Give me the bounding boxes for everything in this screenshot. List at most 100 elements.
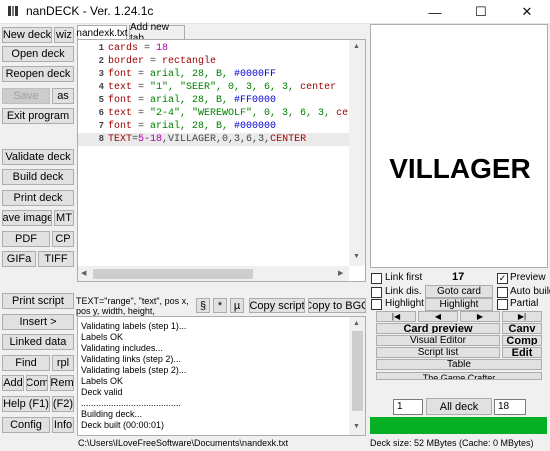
log-scroll-up-icon[interactable]: ▲ — [353, 320, 360, 327]
build-deck-button[interactable]: Build deck — [2, 169, 74, 185]
all-deck-button[interactable]: All deck — [426, 398, 492, 415]
code-line[interactable]: 6 text = "2-4", "WEREWOLF", 0, 3, 6, 3, c… — [78, 107, 365, 120]
goto-card-button[interactable]: Goto card — [425, 285, 493, 298]
table-button[interactable]: Table — [376, 359, 542, 370]
line-number: 1 — [98, 43, 104, 53]
comment-button[interactable]: Com — [26, 375, 48, 391]
print-deck-button[interactable]: Print deck — [2, 190, 74, 206]
save-as-button[interactable]: as — [52, 88, 74, 104]
copy-script-button[interactable]: Copy script — [249, 298, 305, 313]
partial-checkbox[interactable] — [497, 299, 508, 310]
log-vertical-scrollbar[interactable]: ▲ ▼ — [349, 317, 365, 435]
code-line[interactable]: 1 cards = 18 — [78, 42, 365, 55]
wizard-button[interactable]: wiz — [54, 27, 74, 43]
add-comment-button[interactable]: Add — [2, 375, 24, 391]
link-dis-checkbox[interactable] — [371, 287, 382, 298]
log-line: Building deck... — [81, 409, 143, 419]
validate-deck-button[interactable]: Validate deck — [2, 149, 74, 165]
tab-nandexk[interactable]: nandexk.txt — [76, 25, 128, 40]
cp-button[interactable]: CP — [52, 231, 74, 247]
help-f2-button[interactable]: (F2) — [52, 396, 74, 412]
code-line[interactable]: 4 text = "1", "SEER", 0, 3, 6, 3, center — [78, 81, 365, 94]
script-list-button[interactable]: Script list — [376, 347, 500, 358]
card-preview-pane[interactable]: VILLAGER — [370, 24, 548, 268]
info-button[interactable]: Info — [52, 417, 74, 433]
scroll-up-icon[interactable]: ▲ — [353, 43, 360, 50]
mt-button[interactable]: MT — [54, 210, 74, 226]
star-button[interactable]: * — [213, 298, 227, 313]
card-preview-button[interactable]: Card preview — [376, 323, 500, 334]
log-scroll-thumb[interactable] — [352, 331, 363, 411]
auto-build-checkbox[interactable] — [497, 287, 508, 298]
first-card-button[interactable]: |◀ — [376, 311, 416, 322]
preview-checkbox[interactable]: ✓ — [497, 273, 508, 284]
tab-add-new[interactable]: Add new tab — [129, 22, 185, 44]
game-crafter-button[interactable]: The Game Crafter — [376, 372, 542, 380]
edit-button[interactable]: Edit — [502, 347, 542, 358]
code-token: arial, 28, B, — [150, 121, 235, 132]
code-token: 18 — [156, 43, 169, 54]
code-line[interactable]: 8 TEXT=5-18,VILLAGER,0,3,6,3,CENTER — [78, 133, 365, 146]
help-button[interactable]: Help (F1) — [2, 396, 50, 412]
highlight-button[interactable]: Highlight — [425, 298, 493, 311]
gifa-button[interactable]: GIFa — [2, 251, 36, 267]
replace-button[interactable]: rpl — [52, 355, 74, 371]
close-button[interactable]: ✕ — [504, 0, 550, 24]
code-token: = — [132, 121, 151, 132]
code-token: "1", "SEER", 0, 3, 6, 3, — [150, 82, 301, 93]
scroll-down-icon[interactable]: ▼ — [353, 253, 360, 260]
card-preview-text: VILLAGER — [389, 153, 531, 184]
code-text: TEXT=5-18,VILLAGER,0,3,6,3,CENTER — [108, 133, 306, 146]
code-line[interactable]: 2 border = rectangle — [78, 55, 365, 68]
to-card-field[interactable]: 18 — [494, 399, 526, 415]
open-deck-button[interactable]: Open deck — [2, 46, 74, 62]
editor-vertical-scrollbar[interactable]: ▲ ▼ — [349, 40, 365, 266]
prev-card-button[interactable]: ◀ — [418, 311, 458, 322]
new-deck-button[interactable]: New deck — [2, 27, 52, 43]
code-token: = — [132, 82, 151, 93]
code-line[interactable]: 3 font = arial, 28, B, #0000FF — [78, 68, 365, 81]
save-button[interactable]: Save — [2, 88, 50, 104]
editor-horizontal-scrollbar[interactable]: ◀ ▶ — [78, 266, 349, 281]
code-token: #0000FF — [234, 69, 277, 80]
pdf-button[interactable]: PDF — [2, 231, 50, 247]
from-card-field[interactable]: 1 — [393, 399, 423, 415]
scroll-left-icon[interactable]: ◀ — [81, 269, 86, 277]
line-number: 7 — [98, 121, 104, 131]
code-token: cards — [108, 43, 139, 54]
code-token: text — [108, 108, 133, 119]
remove-comment-button[interactable]: Rem — [50, 375, 74, 391]
visual-editor-button[interactable]: Visual Editor — [376, 335, 500, 346]
minimize-button[interactable]: — — [412, 0, 458, 24]
find-button[interactable]: Find — [2, 355, 50, 371]
compare-button[interactable]: Comp — [502, 335, 542, 346]
line-number: 6 — [98, 108, 104, 118]
syntax-hint: TEXT="range", "text", pos x, pos y, widt… — [76, 296, 189, 316]
linked-data-button[interactable]: Linked data — [2, 334, 74, 350]
mu-button[interactable]: µ — [230, 298, 244, 313]
code-token: = — [132, 69, 151, 80]
section-button[interactable]: § — [196, 298, 210, 313]
code-token: font — [108, 95, 133, 106]
script-editor[interactable]: 1 cards = 18 2 border = rectangle 3 font = ar… — [77, 39, 366, 282]
code-line[interactable]: 7 font = arial, 28, B, #000000 — [78, 120, 365, 133]
highlight-checkbox[interactable] — [371, 299, 382, 310]
horizontal-scroll-thumb[interactable] — [93, 269, 253, 279]
canvas-button[interactable]: Canv — [502, 323, 542, 334]
next-card-button[interactable]: ▶ — [460, 311, 500, 322]
save-images-button[interactable]: Save images — [2, 210, 52, 226]
config-button[interactable]: Config — [2, 417, 50, 433]
maximize-button[interactable]: ☐ — [458, 0, 504, 24]
insert-button[interactable]: Insert > — [2, 314, 74, 330]
code-line[interactable]: 5 font = arial, 28, B, #FF0000 — [78, 94, 365, 107]
log-line: Labels OK — [81, 376, 124, 386]
copy-to-bgg-button[interactable]: Copy to BGG — [308, 298, 366, 313]
exit-program-button[interactable]: Exit program — [2, 108, 74, 124]
tiff-button[interactable]: TIFF — [38, 251, 74, 267]
log-scroll-down-icon[interactable]: ▼ — [353, 423, 360, 430]
reopen-deck-button[interactable]: Reopen deck — [2, 66, 74, 82]
print-script-button[interactable]: Print script — [2, 293, 74, 309]
last-card-button[interactable]: ▶| — [502, 311, 542, 322]
link-first-checkbox[interactable] — [371, 273, 382, 284]
scroll-right-icon[interactable]: ▶ — [338, 269, 343, 277]
